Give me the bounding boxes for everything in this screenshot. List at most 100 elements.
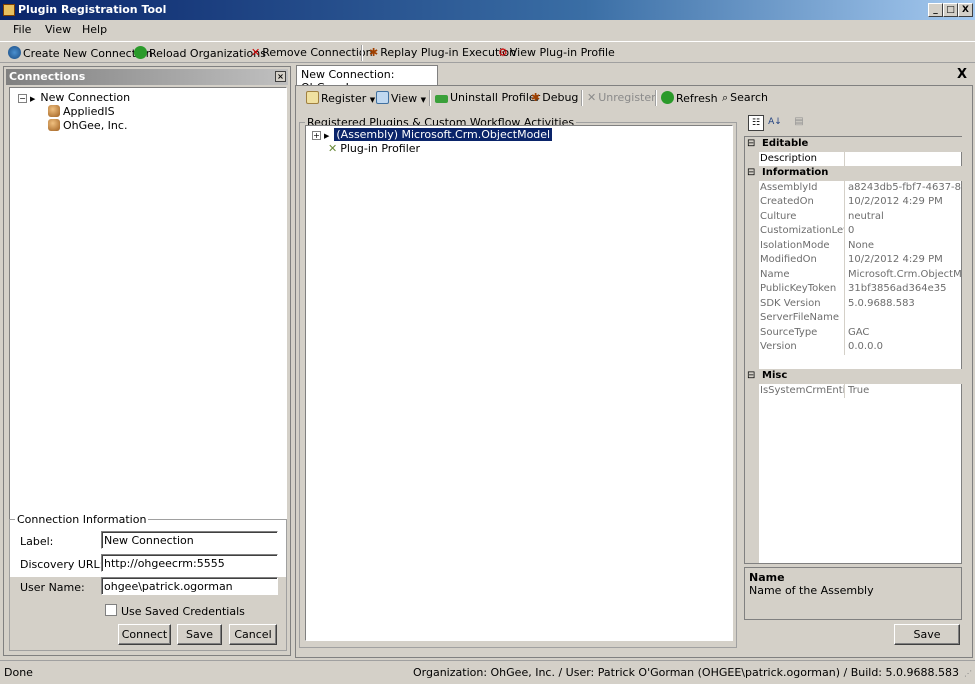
property-row[interactable]: SourceType GAC [745,325,962,340]
register-dropdown[interactable]: Register ▼ [306,91,375,105]
connect-button[interactable]: Connect [118,624,171,645]
uninstall-profiler-button[interactable]: Uninstall Profiler [435,91,540,104]
view-profile-button[interactable]: ⚙ View Plug-in Profile [498,46,615,59]
property-row[interactable]: SDK Version 5.0.9688.583 [745,296,962,311]
tab-connection[interactable]: New Connection: OhGee, Inc. [296,65,438,94]
tree-node-ohgee[interactable]: OhGee, Inc. [48,119,127,132]
menu-view[interactable]: View [45,23,71,36]
property-value[interactable]: 5.0.9688.583 [846,297,962,311]
collapse-icon[interactable]: ⊟ [747,369,755,383]
connections-tree[interactable]: − ▶ New Connection AppliedIS OhGee, Inc. [9,87,287,577]
property-name: CustomizationLevel [760,224,845,239]
save-connection-button[interactable]: Save [177,624,222,645]
register-icon [306,91,319,104]
cancel-button[interactable]: Cancel [229,624,277,645]
property-row[interactable]: ModifiedOn 10/2/2012 4:29 PM [745,253,962,268]
status-bar: Done Organization: OhGee, Inc. / User: P… [0,660,975,684]
view-dropdown[interactable]: View ▼ [376,91,426,105]
minimize-button[interactable]: _ [928,3,943,17]
property-row[interactable]: ServerFileName [745,311,962,326]
toolbar-separator [581,90,583,106]
collapse-icon[interactable]: ⊟ [747,137,755,151]
save-properties-button[interactable]: Save [894,624,960,645]
property-value[interactable]: True [846,384,962,398]
tree-child-label: OhGee, Inc. [63,119,128,132]
bug-icon: ✱ [531,91,541,104]
property-value[interactable]: 31bf3856ad364e35 [846,282,962,296]
property-name: ServerFileName [760,311,845,326]
property-value[interactable]: a8243db5-fbf7-4637-881e- [846,181,962,195]
collapse-icon[interactable]: ⊟ [747,166,755,180]
view-icon [376,91,389,104]
property-value[interactable]: 0.0.0.0 [846,340,962,354]
property-row[interactable]: Culture neutral [745,209,962,224]
property-row[interactable]: AssemblyIda8243db5-fbf7-4637-881e- [745,180,962,195]
registered-plugins-tree[interactable]: + ▶ (Assembly) Microsoft.Crm.ObjectModel ✕… [305,125,733,641]
property-row[interactable]: CreatedOn 10/2/2012 4:29 PM [745,195,962,210]
property-value[interactable]: None [846,239,962,253]
category-editable[interactable]: ⊟ Editable [745,137,962,152]
property-row[interactable]: Version 0.0.0.0 [745,340,962,355]
unregister-button[interactable]: ✕ Unregister [587,91,656,104]
property-row[interactable]: PublicKeyToken 31bf3856ad364e35 [745,282,962,297]
saved-credentials-checkbox[interactable] [105,604,117,616]
property-value[interactable]: 0 [846,224,962,238]
property-value[interactable]: GAC [846,326,962,340]
resize-grip-icon[interactable]: ⋰ [964,669,972,678]
tree-node-root[interactable]: − ▶ New Connection [18,91,130,104]
tab-panel: Register ▼ View ▼ Uninstall Profiler ✱ De… [295,85,973,658]
tree-node-appliedis[interactable]: AppliedIS [48,105,115,118]
debug-button[interactable]: ✱ Debug [531,91,578,104]
connection-info-legend: Connection Information [17,513,147,526]
profile-icon: ⚙ [498,46,508,59]
close-button[interactable]: X [958,3,973,17]
tab-bar: New Connection: OhGee, Inc. X [294,65,975,94]
property-name: SDK Version [760,296,845,311]
categorized-icon[interactable]: ☷ [748,115,764,131]
property-value[interactable]: 10/2/2012 4:29 PM [846,253,962,267]
tree-node-assembly[interactable]: + ▶ (Assembly) Microsoft.Crm.ObjectModel [312,128,553,141]
dropdown-arrow-icon: ▼ [420,96,426,104]
view-label: View [391,92,418,105]
reload-organizations-button[interactable]: Reload Organizations [134,46,266,60]
property-row[interactable]: IsSystemCrmEntityTrue [745,383,962,398]
property-row[interactable]: Description [745,151,962,166]
create-connection-button[interactable]: Create New Connection [8,46,153,60]
collapse-icon[interactable]: − [18,94,27,103]
refresh-button[interactable]: Refresh [661,91,718,105]
user-name-field[interactable]: ohgee\patrick.ogorman [101,577,278,595]
search-label: Search [730,91,768,104]
property-row[interactable]: IsolationMode None [745,238,962,253]
toolbar-separator [655,90,657,106]
replay-execution-button[interactable]: ✱ Replay Plug-in Execution [369,46,516,59]
close-icon[interactable]: × [275,71,286,82]
category-misc[interactable]: ⊟ Misc [745,369,962,384]
close-tab-icon[interactable]: X [957,67,967,82]
property-pages-icon[interactable]: ▤ [791,115,807,131]
property-row[interactable]: NameMicrosoft.Crm.ObjectModel [745,267,962,282]
property-value[interactable]: neutral [846,210,962,224]
menu-bar: File View Help [0,20,975,40]
category-information[interactable]: ⊟ Information [745,166,962,181]
property-value[interactable]: Microsoft.Crm.ObjectModel [846,268,962,282]
property-table[interactable]: ⊟ Editable Description ⊟ Information Assem… [744,136,962,564]
property-name: ModifiedOn [760,253,845,268]
tree-node-profiler[interactable]: ✕ Plug-in Profiler [328,142,420,155]
expand-icon[interactable]: + [312,131,321,140]
assembly-label: (Assembly) Microsoft.Crm.ObjectModel [334,128,553,141]
remove-connection-button[interactable]: ✕ Remove Connection [251,46,373,59]
search-button[interactable]: ⌕ Search [722,91,768,105]
registered-plugins-group: Registered Plugins & Custom Workflow Act… [299,116,737,648]
menu-file[interactable]: File [13,23,31,36]
menu-help[interactable]: Help [82,23,107,36]
tree-child-label: AppliedIS [63,105,115,118]
property-row[interactable]: CustomizationLevel0 [745,224,962,239]
remove-icon: ✕ [251,46,261,59]
sort-alpha-icon[interactable]: A↓ [767,115,783,131]
discovery-url-field[interactable]: http://ohgeecrm:5555 [101,554,278,572]
maximize-button[interactable]: □ [943,3,958,17]
user-name-label: User Name: [20,581,85,594]
label-field[interactable]: New Connection [101,531,278,549]
category-label: Misc [762,370,788,381]
property-value[interactable]: 10/2/2012 4:29 PM [846,195,962,209]
